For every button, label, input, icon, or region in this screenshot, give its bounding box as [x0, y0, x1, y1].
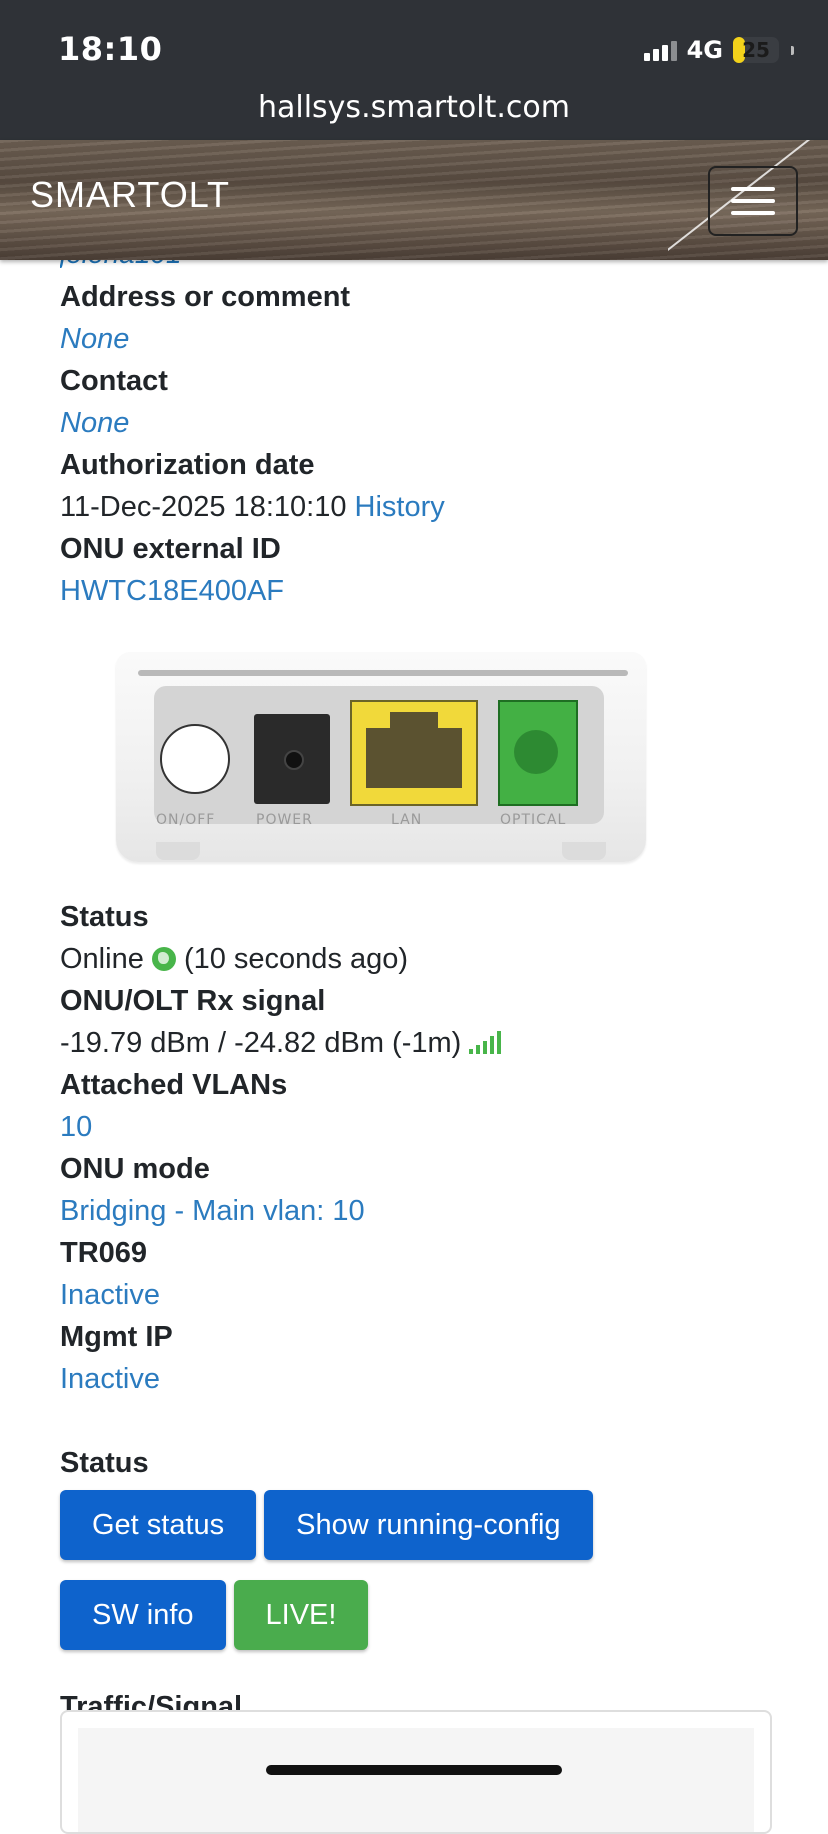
external-id-value[interactable]: HWTC18E400AF: [60, 570, 770, 612]
onu-mode-value[interactable]: Bridging - Main vlan: 10: [60, 1190, 770, 1232]
online-globe-icon: [151, 947, 176, 971]
port-label-onoff: ON/OFF: [156, 812, 216, 828]
status-row: Online (10 seconds ago): [60, 938, 770, 980]
address-bar-url[interactable]: hallsys.smartolt.com: [0, 90, 828, 125]
power-port: [254, 714, 330, 804]
rx-signal-row: -19.79 dBm / -24.82 dBm (-1m): [60, 1022, 770, 1064]
status-time: 18:10: [58, 30, 163, 68]
battery-nub: [791, 45, 794, 55]
vlans-value[interactable]: 10: [60, 1106, 770, 1148]
live-button[interactable]: LIVE!: [233, 1580, 369, 1650]
status-actions-row-2: SW info LIVE!: [60, 1580, 770, 1650]
external-id-label: ONU external ID: [60, 533, 281, 565]
navbar: SMARTOLT: [0, 140, 828, 260]
tr069-label: TR069: [60, 1237, 148, 1269]
lan-port: [350, 700, 478, 806]
traffic-graph-area: [78, 1728, 754, 1832]
address-value[interactable]: None: [60, 318, 770, 360]
rx-signal-value: -19.79 dBm / -24.82 dBm (-1m): [60, 1027, 462, 1059]
mgmt-ip-label: Mgmt IP: [60, 1321, 173, 1353]
status-actions-row-1: Get status Show running-config: [60, 1490, 770, 1560]
on-off-button-port: [160, 724, 230, 794]
signal-strength-icon: [469, 1030, 502, 1054]
optical-port: [498, 700, 578, 806]
authorization-date-label: Authorization date: [60, 449, 315, 481]
vlans-label: Attached VLANs: [60, 1069, 288, 1101]
rx-signal-label: ONU/OLT Rx signal: [60, 985, 326, 1017]
onu-device-image: ON/OFF POWER LAN OPTICAL: [116, 652, 646, 872]
network-type: 4G: [686, 36, 723, 64]
show-running-config-button[interactable]: Show running-config: [264, 1490, 593, 1560]
contact-value[interactable]: None: [60, 402, 770, 444]
port-label-optical: OPTICAL: [500, 812, 567, 828]
history-link[interactable]: History: [355, 491, 445, 523]
battery-icon: 25: [733, 37, 779, 63]
status-time: (10 seconds ago): [183, 943, 409, 975]
port-label-lan: LAN: [391, 812, 423, 828]
get-status-button[interactable]: Get status: [60, 1490, 257, 1560]
authorization-date-row: 11-Dec-2025 18:10:10 History: [60, 486, 770, 528]
home-indicator[interactable]: [266, 1765, 562, 1775]
cellular-signal-icon: [643, 39, 677, 61]
actions-status-label: Status: [60, 1447, 149, 1479]
onu-mode-label: ONU mode: [60, 1153, 210, 1185]
onu-details: Address or comment None Contact None Aut…: [60, 240, 770, 1728]
status-indicators: 4G 25: [643, 34, 794, 66]
port-label-power: POWER: [256, 812, 313, 828]
authorization-date-value: 11-Dec-2025 18:10:10: [60, 491, 347, 523]
status-value: Online: [60, 943, 144, 975]
brand-logo[interactable]: SMARTOLT: [30, 174, 230, 216]
contact-label: Contact: [60, 365, 168, 397]
onu-device-body: ON/OFF POWER LAN OPTICAL: [116, 652, 646, 862]
sw-info-button[interactable]: SW info: [60, 1580, 226, 1650]
address-label: Address or comment: [60, 281, 351, 313]
hamburger-menu-icon[interactable]: [708, 166, 798, 236]
status-label: Status: [60, 901, 149, 933]
mgmt-ip-value[interactable]: Inactive: [60, 1358, 770, 1400]
tr069-value[interactable]: Inactive: [60, 1274, 770, 1316]
battery-level: 25: [742, 38, 770, 62]
browser-top-bar: 18:10 4G 25 hallsys.smartolt.com: [0, 0, 828, 140]
